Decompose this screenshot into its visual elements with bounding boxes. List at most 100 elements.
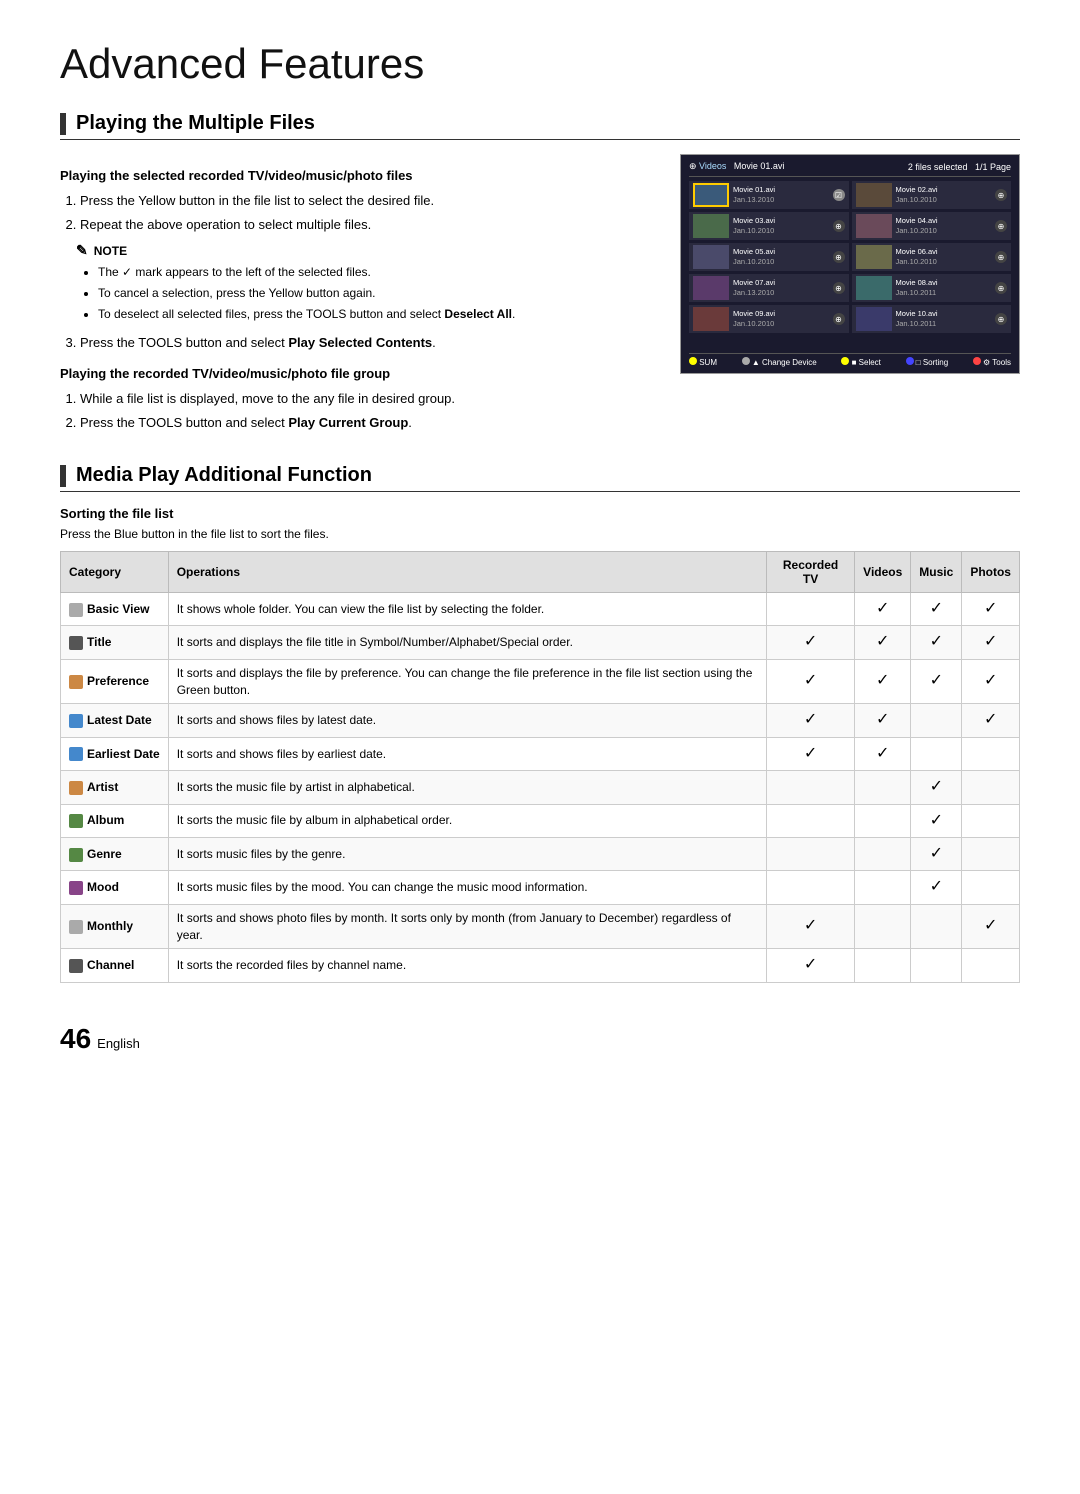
col-header-recorded-tv: Recorded TV xyxy=(766,552,854,593)
tv-check: ⊕ xyxy=(833,313,845,325)
tv-thumbnail xyxy=(693,307,729,331)
table-cell-category: Latest Date xyxy=(61,704,169,737)
table-cell-videos xyxy=(855,804,911,837)
table-row: ChannelIt sorts the recorded files by ch… xyxy=(61,949,1020,982)
table-cell-operation: It sorts and shows photo files by month.… xyxy=(168,904,766,949)
section2-title: Media Play Additional Function xyxy=(76,464,372,487)
table-cell-category: Mood xyxy=(61,871,169,904)
table-cell-operation: It sorts and shows files by latest date. xyxy=(168,704,766,737)
tv-btn-tools: ⚙ Tools xyxy=(973,357,1011,367)
tv-file-item: Movie 04.avi Jan.10.2010 ⊕ xyxy=(852,212,1012,240)
section1-left: Playing the selected recorded TV/video/m… xyxy=(60,154,660,440)
tv-file-info: Movie 10.avi Jan.10.2011 xyxy=(896,309,938,329)
table-cell-videos: ✓ xyxy=(855,659,911,704)
section1-content: Playing the selected recorded TV/video/m… xyxy=(60,154,1020,440)
table-cell-music: ✓ xyxy=(911,771,962,804)
list-item: To deselect all selected files, press th… xyxy=(98,305,660,324)
table-cell-category: Album xyxy=(61,804,169,837)
table-cell-videos xyxy=(855,771,911,804)
tv-file-info: Movie 09.avi Jan.10.2010 xyxy=(733,309,775,329)
table-cell-videos: ✓ xyxy=(855,737,911,770)
section1-title: Playing the Multiple Files xyxy=(76,112,315,135)
tv-btn-device: ▲ Change Device xyxy=(742,357,817,367)
col-header-operations: Operations xyxy=(168,552,766,593)
table-cell-photos xyxy=(962,871,1020,904)
sort-description: Press the Blue button in the file list t… xyxy=(60,527,1020,541)
tv-thumbnail xyxy=(856,276,892,300)
tv-thumbnail xyxy=(693,214,729,238)
tv-top-bar: ⊕ Videos Movie 01.avi 2 files selected 1… xyxy=(689,161,1011,177)
tv-btn-sorting: □ Sorting xyxy=(906,357,949,367)
tv-check: ⊕ xyxy=(995,189,1007,201)
list-item: The ✓ mark appears to the left of the se… xyxy=(98,263,660,282)
subsection1-title: Playing the selected recorded TV/video/m… xyxy=(60,168,660,183)
table-row: Basic ViewIt shows whole folder. You can… xyxy=(61,593,1020,626)
table-cell-recorded-tv: ✓ xyxy=(766,704,854,737)
table-cell-videos xyxy=(855,838,911,871)
section1-bar xyxy=(60,113,66,135)
subsection2-title: Playing the recorded TV/video/music/phot… xyxy=(60,366,660,381)
table-cell-videos: ✓ xyxy=(855,704,911,737)
tv-file-info: Movie 08.avi Jan.10.2011 xyxy=(896,278,938,298)
table-cell-photos xyxy=(962,838,1020,871)
table-row: TitleIt sorts and displays the file titl… xyxy=(61,626,1020,659)
table-row: MonthlyIt sorts and shows photo files by… xyxy=(61,904,1020,949)
table-cell-photos: ✓ xyxy=(962,904,1020,949)
tv-check: ☑ xyxy=(833,189,845,201)
tv-status: 2 files selected 1/1 Page xyxy=(908,162,1011,172)
table-cell-photos: ✓ xyxy=(962,626,1020,659)
tv-file-item: Movie 10.avi Jan.10.2011 ⊕ xyxy=(852,305,1012,333)
table-cell-operation: It sorts and displays the file title in … xyxy=(168,626,766,659)
table-row: MoodIt sorts music files by the mood. Yo… xyxy=(61,871,1020,904)
tv-file-item: Movie 06.avi Jan.10.2010 ⊕ xyxy=(852,243,1012,271)
table-cell-photos: ✓ xyxy=(962,659,1020,704)
table-cell-category: Monthly xyxy=(61,904,169,949)
tv-check: ⊕ xyxy=(833,220,845,232)
tv-icon-label: ⊕ Videos Movie 01.avi xyxy=(689,161,784,172)
list-item: To cancel a selection, press the Yellow … xyxy=(98,284,660,303)
table-cell-operation: It sorts music files by the mood. You ca… xyxy=(168,871,766,904)
tv-thumbnail xyxy=(856,245,892,269)
section2-bar xyxy=(60,465,66,487)
tv-file-item: Movie 05.avi Jan.10.2010 ⊕ xyxy=(689,243,849,271)
tv-file-info: Movie 07.avi Jan.13.2010 xyxy=(733,278,775,298)
table-cell-category: Genre xyxy=(61,838,169,871)
table-header-row: Category Operations Recorded TV Videos M… xyxy=(61,552,1020,593)
table-cell-photos xyxy=(962,949,1020,982)
table-cell-recorded-tv xyxy=(766,804,854,837)
tv-file-info: Movie 03.avi Jan.10.2010 xyxy=(733,216,775,236)
tv-btn-sum: SUM xyxy=(689,357,717,367)
table-cell-music: ✓ xyxy=(911,626,962,659)
list-item: Repeat the above operation to select mul… xyxy=(80,215,660,235)
table-cell-operation: It sorts and displays the file by prefer… xyxy=(168,659,766,704)
tv-file-item: Movie 03.avi Jan.10.2010 ⊕ xyxy=(689,212,849,240)
table-cell-operation: It sorts the recorded files by channel n… xyxy=(168,949,766,982)
tv-file-info: Movie 06.avi Jan.10.2010 xyxy=(896,247,938,267)
tv-file-info: Movie 05.avi Jan.10.2010 xyxy=(733,247,775,267)
table-row: ArtistIt sorts the music file by artist … xyxy=(61,771,1020,804)
page-title: Advanced Features xyxy=(60,40,1020,88)
tv-thumbnail xyxy=(693,276,729,300)
list-item: Press the TOOLS button and select Play S… xyxy=(80,333,660,353)
table-cell-category: Earliest Date xyxy=(61,737,169,770)
table-cell-photos: ✓ xyxy=(962,593,1020,626)
list-item: Press the TOOLS button and select Play C… xyxy=(80,413,660,433)
table-row: Latest DateIt sorts and shows files by l… xyxy=(61,704,1020,737)
sort-table: Category Operations Recorded TV Videos M… xyxy=(60,551,1020,983)
tv-check: ⊕ xyxy=(995,313,1007,325)
table-cell-recorded-tv xyxy=(766,871,854,904)
table-cell-operation: It shows whole folder. You can view the … xyxy=(168,593,766,626)
tv-file-info: Movie 04.avi Jan.10.2010 xyxy=(896,216,938,236)
col-header-music: Music xyxy=(911,552,962,593)
page-language: English xyxy=(97,1036,140,1051)
tv-file-item: Movie 09.avi Jan.10.2010 ⊕ xyxy=(689,305,849,333)
tv-check: ⊕ xyxy=(833,282,845,294)
tv-file-info: Movie 01.avi Jan.13.2010 xyxy=(733,185,775,205)
table-row: PreferenceIt sorts and displays the file… xyxy=(61,659,1020,704)
tv-check: ⊕ xyxy=(995,220,1007,232)
note-text: NOTE xyxy=(94,244,127,258)
table-cell-recorded-tv: ✓ xyxy=(766,626,854,659)
section2: Media Play Additional Function Sorting t… xyxy=(60,464,1020,983)
table-cell-music: ✓ xyxy=(911,659,962,704)
table-cell-music xyxy=(911,904,962,949)
